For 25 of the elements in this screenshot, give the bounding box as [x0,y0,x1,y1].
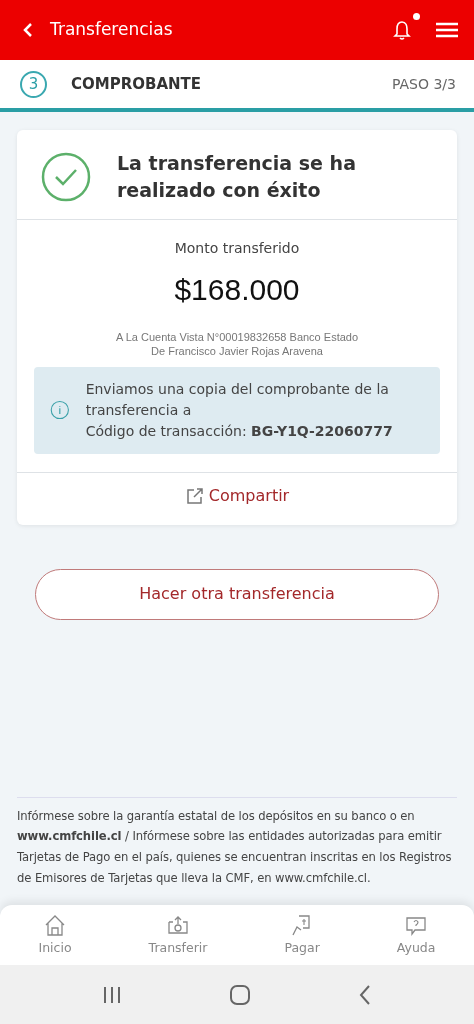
amount-label: Monto transferido [173,239,301,259]
step-title: COMPROBANTE [71,73,203,95]
back-icon[interactable] [22,21,34,39]
recents-icon[interactable] [101,984,122,1005]
screen-title: Transferencias [50,18,174,42]
account-text: A La Cuenta Vista N°00019832658 Banco Estado [114,330,360,345]
menu-icon[interactable] [436,22,458,38]
share-icon [184,485,205,506]
info-text: Enviamos una copia del comprobante de la transferencia a [85,379,390,420]
step-number: 3 [20,70,47,98]
nav-tab[interactable]: Inicio [32,911,78,959]
success-message: La transferencia se ha realizado con éxito [117,151,357,203]
transaction-code: Código de transacción: BG-Y1Q-22060777 [85,421,394,441]
share-button[interactable]: Compartir [178,482,296,509]
check-circle-icon [41,151,91,202]
nav-tab[interactable]: Transferir [142,911,214,959]
account-text: De Francisco Javier Rojas Aravena [150,344,324,359]
bell-icon[interactable] [392,19,412,41]
secondary-button[interactable]: Hacer otra transferencia [35,568,439,620]
disclaimer-text: Infórmese sobre la garantía estatal de los depósitos en su banco o en www.cmfchile.cl / Infórmese sobre las entidades autorizadas para emitir Tarjetas de Pago en el país, quienes se encuentran inscritas en los Registros de Emisores de Tarjetas que lleva la CMF, en www.cmfchile.cl. [17,807,453,888]
amount-value: $168.000 [173,272,301,309]
home-button-icon[interactable] [229,983,251,1006]
nav-tab[interactable]: Ayuda [390,911,442,959]
back-nav-icon[interactable] [358,983,373,1006]
nav-tab[interactable]: Pagar [278,911,326,959]
